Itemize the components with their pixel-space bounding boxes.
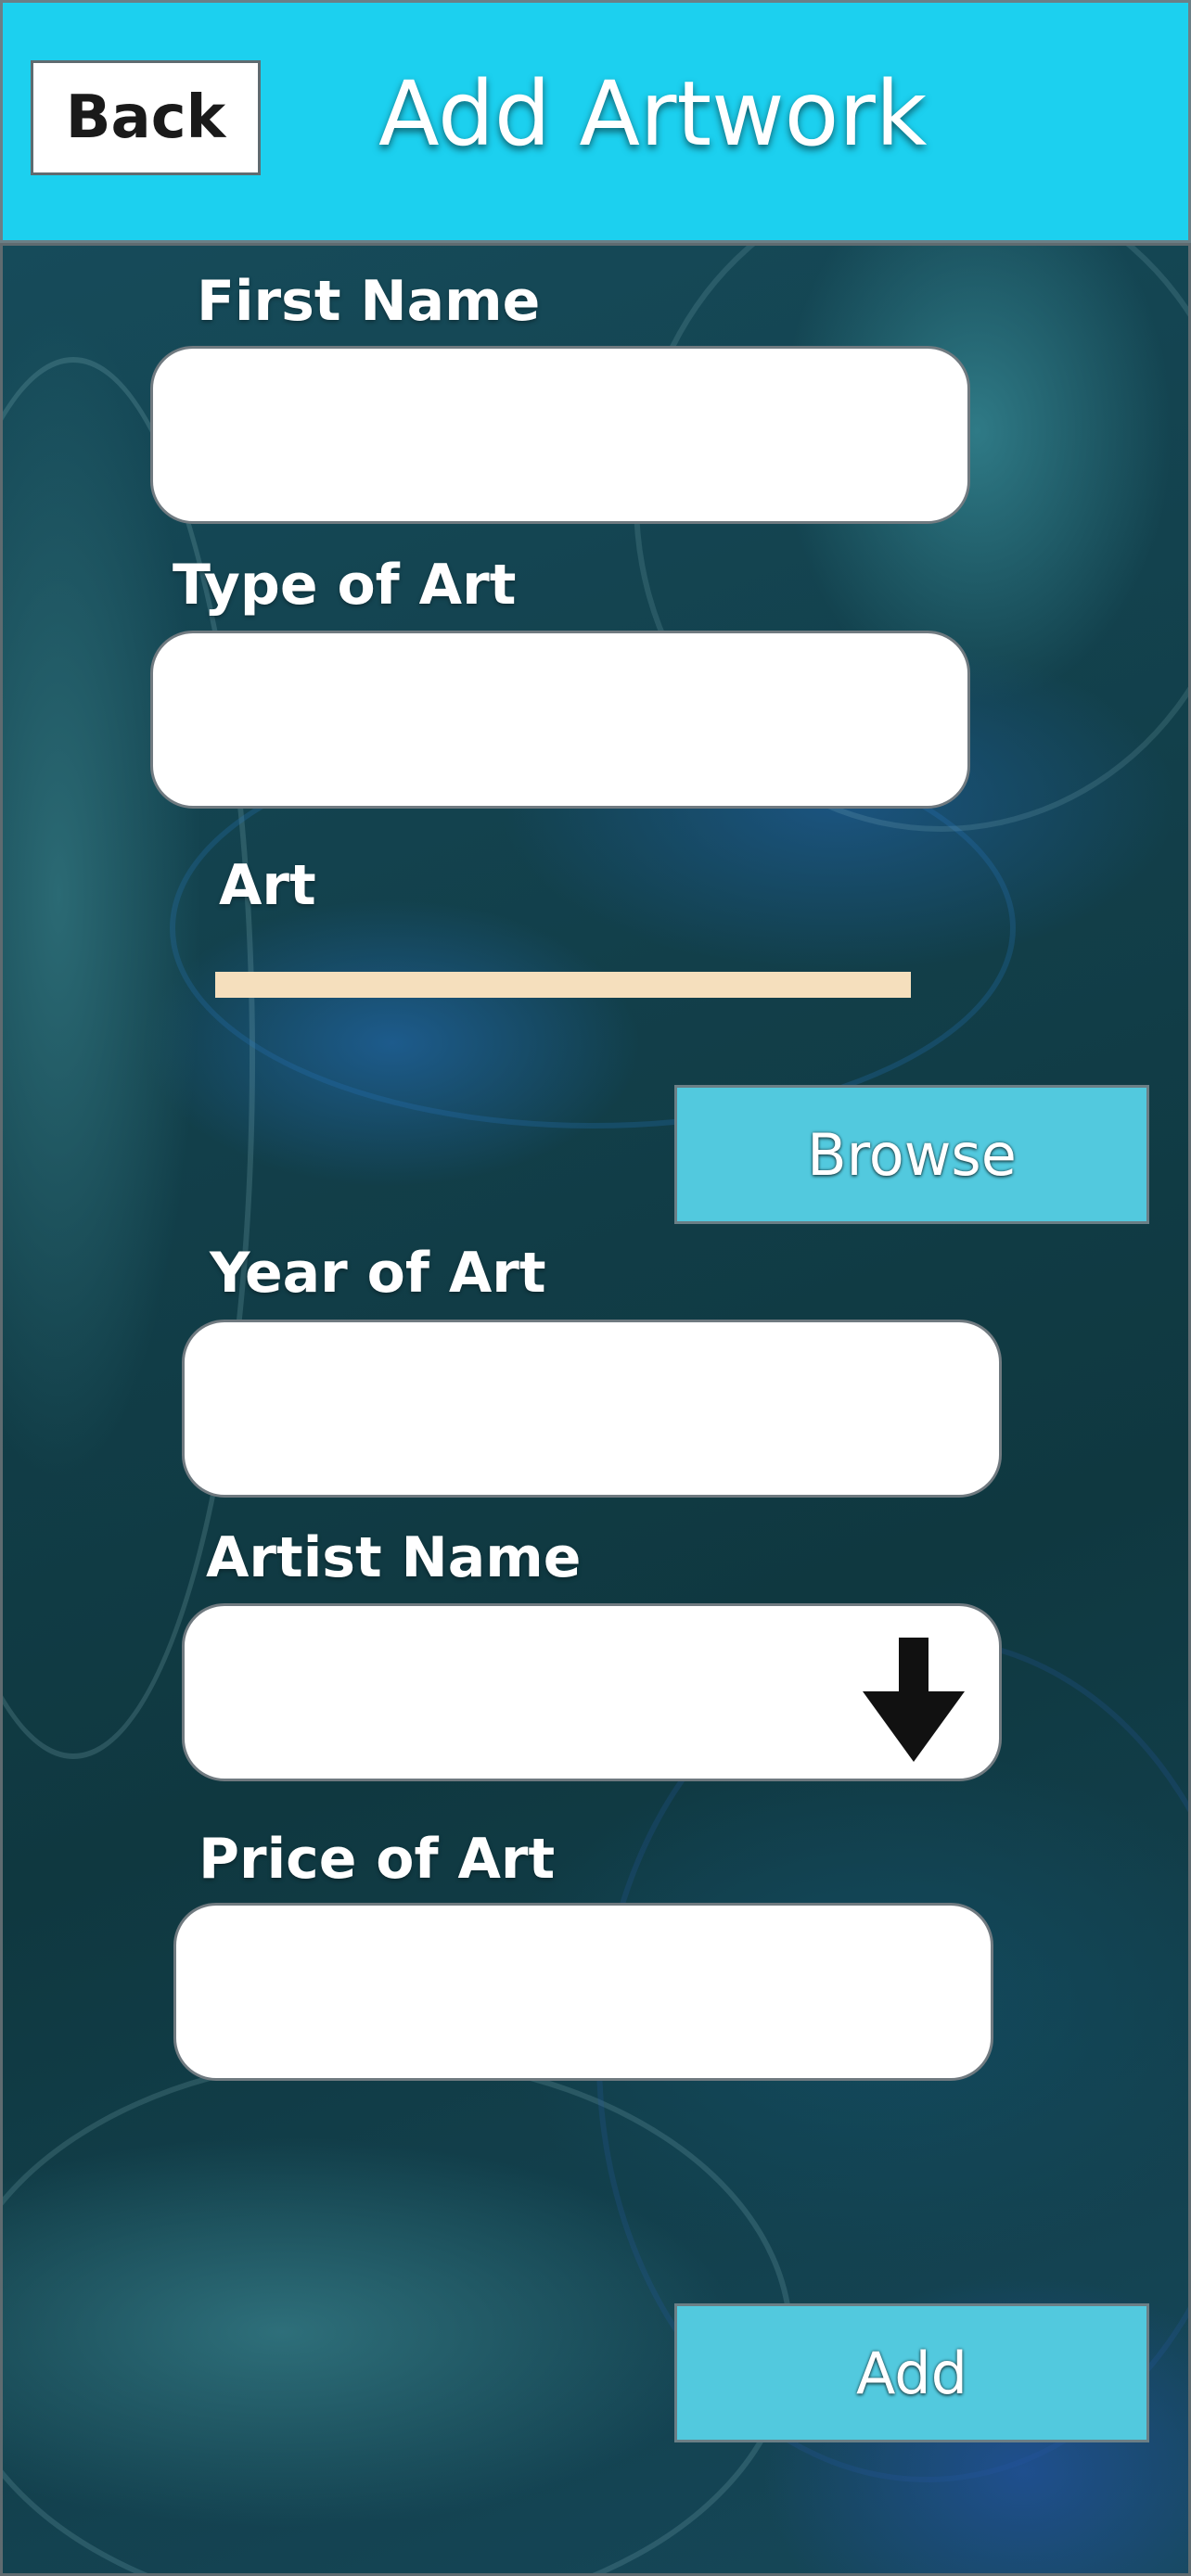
first-name-label: First Name [197,269,541,334]
add-button[interactable]: Add [674,2303,1149,2442]
year-of-art-label: Year of Art [210,1241,546,1306]
app-header: Back Add Artwork [0,0,1191,243]
dropdown-arrow-icon[interactable] [863,1638,965,1762]
art-label: Art [219,853,316,918]
back-button[interactable]: Back [31,60,261,175]
artist-name-label: Artist Name [206,1525,582,1590]
type-of-art-label: Type of Art [173,553,517,618]
price-of-art-label: Price of Art [198,1827,556,1892]
browse-button[interactable]: Browse [674,1085,1149,1224]
type-of-art-input[interactable] [150,631,970,809]
price-of-art-input[interactable] [173,1903,993,2081]
art-file-bar [215,972,911,998]
first-name-input[interactable] [150,346,970,524]
page-title: Add Artwork [378,62,928,166]
year-of-art-input[interactable] [182,1320,1002,1498]
